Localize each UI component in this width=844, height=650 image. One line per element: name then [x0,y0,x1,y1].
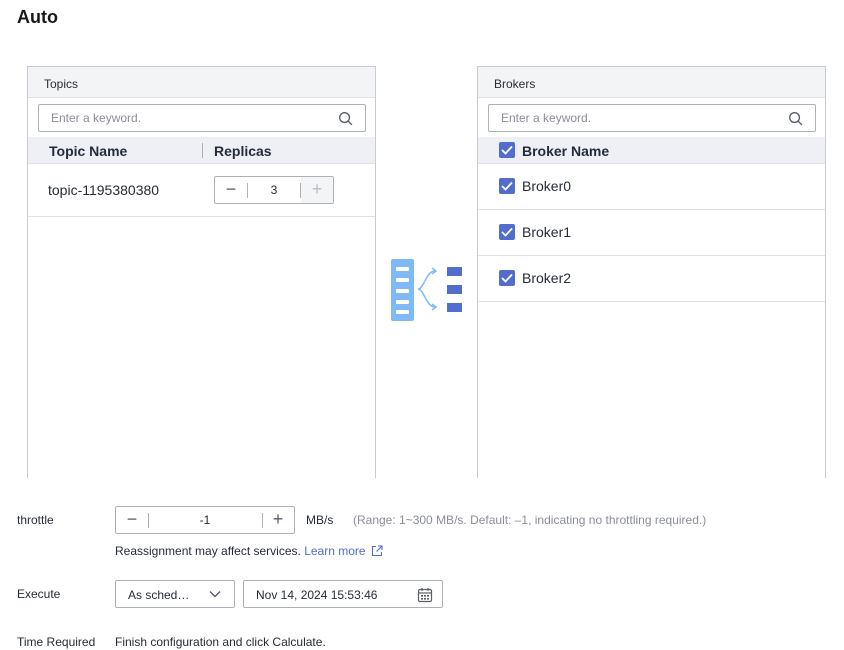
calendar-icon[interactable] [417,587,433,603]
throttle-hint: (Range: 1~300 MB/s. Default: –1, indicat… [353,513,707,527]
broker-checkbox[interactable] [499,270,515,286]
broker-name: Broker1 [522,224,572,240]
brokers-panel: Brokers Broker Name Broker0 Broker1 Brok… [477,66,826,478]
list-item[interactable]: Broker1 [478,210,825,256]
throttle-unit: MB/s [306,513,334,527]
column-topic-name: Topic Name [49,143,128,159]
execute-mode-select[interactable]: As sched… [115,580,235,608]
throttle-stepper: − -1 + [115,506,295,534]
list-item[interactable]: Broker2 [478,256,825,302]
brokers-table-header: Broker Name [478,137,825,164]
learn-more-text: Learn more [304,544,366,558]
execute-label: Execute [17,587,61,601]
brokers-panel-header: Brokers [478,67,825,98]
throttle-value[interactable]: -1 [149,507,261,533]
broker-checkbox[interactable] [499,178,515,194]
execute-datetime-picker[interactable]: Nov 14, 2024 15:53:46 [243,580,443,608]
topics-panel: Topics Topic Name Replicas topic-1195380… [27,66,376,478]
topics-table-header: Topic Name Replicas [28,137,375,164]
throttle-label: throttle [17,513,54,527]
transfer-icon [391,259,462,321]
brokers-search [488,104,816,132]
column-broker-name: Broker Name [522,143,610,159]
column-divider [202,143,203,158]
broker-name: Broker2 [522,270,572,286]
broker-name: Broker0 [522,178,572,194]
execute-mode-value: As sched… [128,588,190,602]
execute-datetime-value: Nov 14, 2024 15:53:46 [256,588,378,602]
external-link-icon [371,545,383,557]
search-icon[interactable] [338,111,353,126]
time-required-value: Finish configuration and click Calculate… [115,635,326,649]
column-replicas: Replicas [214,143,272,159]
checkbox-checked-icon [501,145,513,155]
checkbox-checked-icon [501,227,513,237]
brokers-search-input[interactable] [489,105,779,131]
page-title: Auto [17,7,58,27]
topics-search-input[interactable] [39,105,329,131]
chevron-down-icon [209,591,221,598]
table-row: topic-1195380380 − 3 + [28,164,375,217]
plus-icon[interactable]: + [262,507,294,533]
replicas-value[interactable]: 3 [248,177,300,203]
select-all-checkbox[interactable] [499,142,515,158]
plus-icon[interactable]: + [301,177,333,203]
topic-name: topic-1195380380 [48,182,160,198]
checkbox-checked-icon [501,181,513,191]
search-icon[interactable] [788,111,803,126]
warning-text: Reassignment may affect services. [115,544,301,558]
minus-icon[interactable]: − [116,507,148,533]
learn-more-link[interactable]: Learn more [304,544,383,558]
checkbox-checked-icon [501,273,513,283]
topics-panel-header: Topics [28,67,375,98]
replicas-stepper: − 3 + [214,176,334,204]
broker-checkbox[interactable] [499,224,515,240]
list-item[interactable]: Broker0 [478,164,825,210]
time-required-label: Time Required [17,635,96,649]
minus-icon[interactable]: − [215,177,247,203]
reassignment-warning: Reassignment may affect services. Learn … [115,544,383,558]
topics-search [38,104,366,132]
